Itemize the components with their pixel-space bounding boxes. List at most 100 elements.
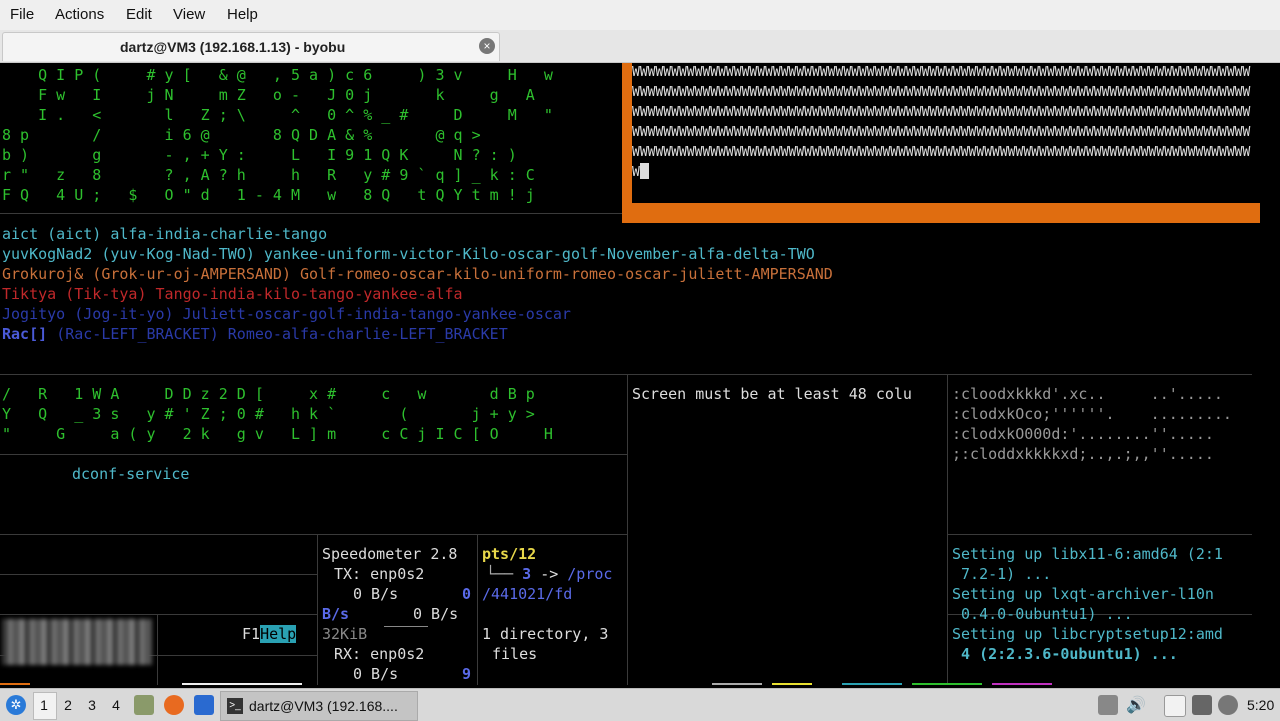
status-stripe [912, 683, 982, 685]
ascii-art-line: :clodxkO000d:'........''..... [952, 425, 1214, 443]
status-stripe [182, 683, 302, 685]
matrix-line: F w I j N m Z o - J 0 j k g A [2, 86, 535, 104]
tab-title: dartz@VM3 (192.168.1.13) - byobu [120, 39, 346, 55]
apt-line: 0.4.0-0ubuntu1) ... [952, 604, 1133, 624]
power-icon[interactable] [1218, 695, 1238, 715]
status-stripe [772, 683, 812, 685]
apt-text: lxqt-archiver-l10n [1051, 585, 1214, 603]
tree-num: 3 [522, 565, 532, 583]
menu-view[interactable]: View [173, 6, 205, 23]
clipboard-icon[interactable] [1164, 695, 1186, 717]
ascii-art-line: :cloodxkkkd'.xc.. ..'..... [952, 385, 1223, 403]
matrix-line: " G a ( y 2 k g v L ] m c C j I C [ O H [2, 425, 553, 443]
f1-help-button[interactable]: F1Help [242, 624, 297, 644]
apt-prefix [952, 565, 961, 583]
tab-bar: dartz@VM3 (192.168.1.13) - byobu × [0, 30, 1280, 63]
f1-key: F1 [242, 625, 261, 643]
volume-icon[interactable]: 🔊 [1126, 695, 1146, 715]
tree-arrow: -> [540, 565, 559, 583]
divider [0, 374, 1252, 375]
show-desktop-icon[interactable] [194, 695, 214, 715]
apt-text: libx11-6:amd64 (2:1 [1051, 545, 1223, 563]
ascii-art-line: ;:cloddxkkkkxd;..,.;,,''..... [952, 445, 1214, 463]
screen-size-message: Screen must be at least 48 colu [632, 385, 912, 403]
matrix-rain-mid: / R 1 W A D D z 2 D [ x # c w d B p Y Q _… [2, 384, 622, 444]
divider [948, 534, 1252, 535]
tree-branch-line: └── 3 -> /proc [486, 564, 612, 584]
help-label: Help [260, 625, 297, 643]
matrix-line: r " z 8 ? , A ? h h R y # 9 ` q ] _ k : … [2, 166, 535, 184]
token-rest: (Rac-LEFT_BRACKET) Romeo-alfa-charlie-LE… [56, 325, 508, 343]
divider [0, 534, 627, 535]
cursor [639, 163, 649, 179]
active-pane-border: WWWWWWWWWWWWWWWWWWWWWWWWWWWWWWWWWWWWWWWW… [622, 63, 1260, 223]
apt-prefix [952, 645, 961, 663]
tx-rate: 0 B/s [353, 585, 399, 603]
divider [627, 375, 628, 685]
bs-right: 0 B/s [413, 605, 459, 623]
w-line: WWWWWWWWWWWWWWWWWWWWWWWWWWWWWWWWWWWWWWWW… [632, 65, 1251, 80]
display-icon[interactable] [1192, 695, 1212, 715]
status-stripe [0, 683, 30, 685]
token-prefix: Rac[] [2, 325, 48, 343]
menu-edit[interactable]: Edit [126, 6, 152, 23]
start-menu-icon[interactable]: ✲ [6, 695, 26, 715]
task-title: dartz@VM3 (192.168.... [249, 698, 398, 714]
w-line: WWWWWWWWWWWWWWWWWWWWWWWWWWWWWWWWWWWWWWWW… [632, 145, 1251, 160]
firefox-icon[interactable] [164, 695, 184, 715]
terminal-area[interactable]: Q I P ( # y [ & @ , 5 a ) c 6 ) 3 v H w … [0, 63, 1280, 685]
matrix-line: b ) g - , + Y : L I 9 1 Q K N ? : ) [2, 146, 517, 164]
matrix-line: I . < l Z ; \ ^ 0 ^ % _ # D M " [2, 106, 553, 124]
tx-value: 0 [462, 585, 472, 603]
status-stripe [992, 683, 1052, 685]
upload-icon[interactable] [1098, 695, 1118, 715]
tab-terminal[interactable]: dartz@VM3 (192.168.1.13) - byobu × [2, 32, 500, 61]
rx-value: 9 [462, 665, 472, 683]
blurred-region [2, 619, 152, 665]
w-last: W [632, 165, 640, 180]
token-line: Grokuroj& (Grok-ur-oj-AMPERSAND) Golf-ro… [2, 265, 833, 283]
speedometer-title: Speedometer 2.8 [322, 545, 458, 563]
desktop-2[interactable]: 2 [58, 697, 78, 713]
desktop-4[interactable]: 4 [106, 697, 126, 713]
apt-text: 7.2-1) ... [961, 565, 1052, 583]
matrix-line: F Q 4 U ; $ O " d 1 - 4 M w 8 Q t Q Y t … [2, 186, 535, 204]
w-line: WWWWWWWWWWWWWWWWWWWWWWWWWWWWWWWWWWWWWWWW… [632, 125, 1251, 140]
token-line: yuvKogNad2 (yuv-Kog-Nad-TWO) yankee-unif… [2, 245, 815, 263]
rx-label: RX: enp0s2 [334, 645, 425, 663]
apt-text: 4 (2:2.3.6-0ubuntu1) ... [961, 645, 1178, 663]
apt-prefix [952, 605, 961, 623]
apt-text: 0.4.0-0ubuntu1) ... [961, 605, 1133, 623]
status-stripe [712, 683, 762, 685]
matrix-line: Q I P ( # y [ & @ , 5 a ) c 6 ) 3 v H w [2, 66, 553, 84]
menu-help[interactable]: Help [227, 6, 258, 23]
scale-label: 32KiB [322, 625, 368, 643]
taskbar: ✲ 1 2 3 4 >_ dartz@VM3 (192.168.... 🔊 5:… [0, 688, 1280, 721]
task-button[interactable]: >_ dartz@VM3 (192.168.... [220, 691, 418, 721]
token-line: Tiktya (Tik-tya) Tango-india-kilo-tango-… [2, 285, 463, 303]
w-pane[interactable]: WWWWWWWWWWWWWWWWWWWWWWWWWWWWWWWWWWWWWWWW… [632, 63, 1260, 203]
file-manager-icon[interactable] [134, 695, 154, 715]
token-line: Rac[] (Rac-LEFT_BRACKET) Romeo-alfa-char… [2, 324, 508, 344]
matrix-line: 8 p / i 6 @ 8 Q D A & % @ q > [2, 126, 481, 144]
matrix-line: / R 1 W A D D z 2 D [ x # c w d B p [2, 385, 535, 403]
bs-left: B/s [322, 605, 350, 623]
tree-branch: └── [486, 565, 514, 583]
apt-line: 7.2-1) ... [952, 564, 1051, 584]
close-icon[interactable]: × [479, 38, 495, 54]
divider [477, 535, 478, 685]
tree-root: pts/12 [482, 545, 537, 563]
desktop-3[interactable]: 3 [82, 697, 102, 713]
apt-line: 4 (2:2.3.6-0ubuntu1) ... [952, 644, 1178, 664]
w-line-cursor: W [632, 163, 1254, 183]
apt-text: libcryptsetup12:amd [1051, 625, 1223, 643]
desktop-1[interactable]: 1 [34, 697, 54, 713]
divider [0, 614, 317, 615]
menu-actions[interactable]: Actions [55, 6, 104, 23]
divider [947, 375, 948, 685]
clock: 5:20 [1247, 697, 1275, 713]
apt-line: Setting up libx11-6:amd64 (2:1 [952, 544, 1223, 564]
tree-path1: /proc [567, 565, 613, 583]
tx-label: TX: enp0s2 [334, 565, 425, 583]
menu-file[interactable]: File [10, 6, 34, 23]
